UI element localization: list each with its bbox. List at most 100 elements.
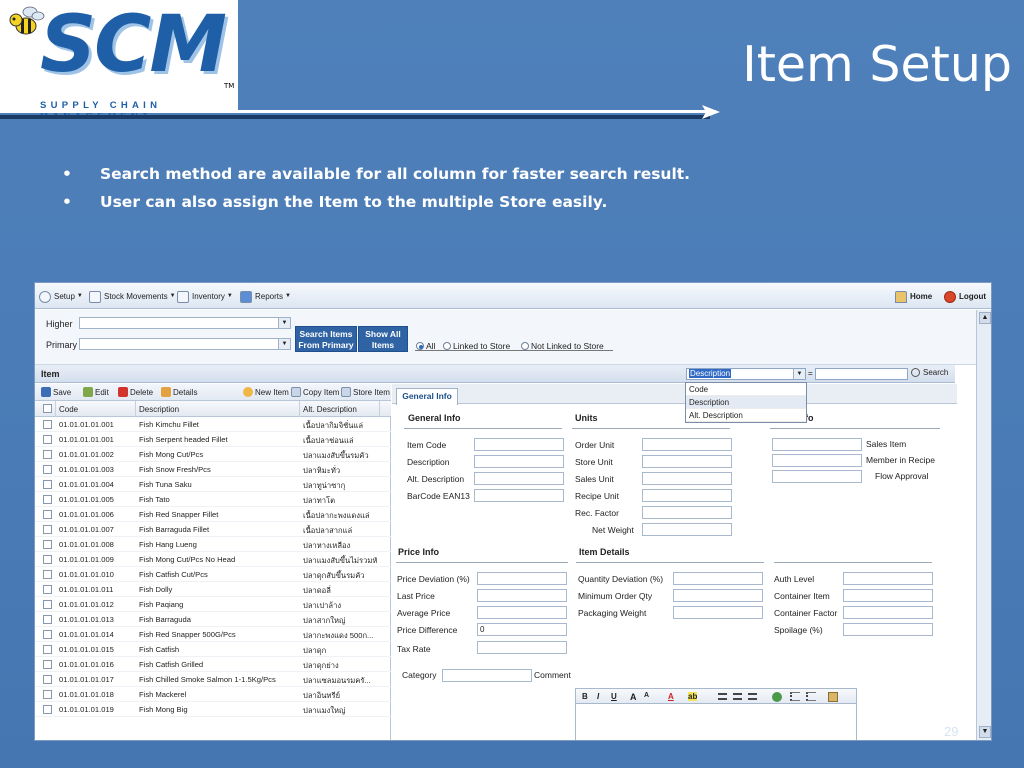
container-factor-input[interactable] — [843, 606, 933, 619]
table-row[interactable]: 01.01.01.01.017 Fish Chilled Smoke Salmon… — [35, 672, 391, 687]
sales-unit-input[interactable] — [642, 472, 732, 485]
search-input[interactable] — [815, 368, 908, 380]
new-item-button[interactable]: New Item — [243, 387, 289, 397]
item-code-input[interactable] — [474, 438, 564, 451]
row-checkbox[interactable] — [43, 705, 52, 714]
dropdown-option-alt-description[interactable]: Alt. Description — [686, 409, 806, 422]
table-row[interactable]: 01.01.01.01.005 Fish Tato ปลาทาโต — [35, 492, 391, 507]
row-checkbox[interactable] — [43, 540, 52, 549]
table-row[interactable]: 01.01.01.01.011 Fish Dolly ปลาดอลี่ — [35, 582, 391, 597]
row-checkbox[interactable] — [43, 480, 52, 489]
flow-approval-input[interactable] — [772, 470, 862, 483]
italic-button[interactable]: I — [597, 692, 599, 701]
higher-select[interactable]: ▼ — [79, 317, 291, 329]
chevron-down-icon[interactable]: ▼ — [278, 318, 290, 328]
packaging-weight-input[interactable] — [673, 606, 763, 619]
column-header-code[interactable]: Code — [59, 405, 78, 414]
column-header-description[interactable]: Description — [139, 405, 179, 414]
auth-level-input[interactable] — [843, 572, 933, 585]
quantity-deviation-input[interactable] — [673, 572, 763, 585]
primary-select[interactable]: ▼ — [79, 338, 291, 350]
last-price-input[interactable] — [477, 589, 567, 602]
link-icon[interactable] — [772, 692, 782, 702]
store-unit-input[interactable] — [642, 455, 732, 468]
unordered-list-icon[interactable] — [806, 692, 816, 701]
store-item-button[interactable]: Store Item — [341, 387, 390, 397]
table-row[interactable]: 01.01.01.01.012 Fish Paqiang ปลาเปาล้าง — [35, 597, 391, 612]
table-row[interactable]: 01.01.01.01.013 Fish Barraguda ปลาสากใหญ่ — [35, 612, 391, 627]
underline-button[interactable]: U — [611, 692, 617, 701]
row-checkbox[interactable] — [43, 555, 52, 564]
row-checkbox[interactable] — [43, 465, 52, 474]
ordered-list-icon[interactable] — [790, 692, 800, 701]
select-all-checkbox[interactable] — [43, 404, 52, 413]
member-in-recipe-input[interactable] — [772, 454, 862, 467]
row-checkbox[interactable] — [43, 690, 52, 699]
table-row[interactable]: 01.01.01.01.002 Fish Mong Cut/Pcs ปลาแมงสั… — [35, 447, 391, 462]
column-header-alt-description[interactable]: Alt. Description — [303, 405, 357, 414]
row-checkbox[interactable] — [43, 615, 52, 624]
scroll-down-icon[interactable]: ▼ — [979, 726, 991, 738]
table-row[interactable]: 01.01.01.01.001 Fish Serpent headed Fille… — [35, 432, 391, 447]
chevron-down-icon[interactable]: ▼ — [278, 339, 290, 349]
table-row[interactable]: 01.01.01.01.018 Fish Mackerel ปลาอินทรีย์ — [35, 687, 391, 702]
table-row[interactable]: 01.01.01.01.010 Fish Catfish Cut/Pcs ปลาดุ… — [35, 567, 391, 582]
spoilage-input[interactable] — [843, 623, 933, 636]
grow-font-button[interactable]: A — [630, 692, 637, 702]
source-edit-icon[interactable] — [828, 692, 838, 702]
menu-stock-movements[interactable]: Stock Movements ▼ — [89, 290, 176, 303]
rec-factor-input[interactable] — [642, 506, 732, 519]
menu-reports[interactable]: Reports ▼ — [240, 290, 291, 303]
table-row[interactable]: 01.01.01.01.004 Fish Tuna Saku ปลาทูน่าซาก… — [35, 477, 391, 492]
tab-general-info[interactable]: General Info — [396, 388, 458, 405]
tax-rate-input[interactable] — [477, 641, 567, 654]
row-checkbox[interactable] — [43, 420, 52, 429]
row-checkbox[interactable] — [43, 435, 52, 444]
row-checkbox[interactable] — [43, 450, 52, 459]
row-checkbox[interactable] — [43, 645, 52, 654]
logout-button[interactable]: Logout — [944, 290, 986, 303]
row-checkbox[interactable] — [43, 600, 52, 609]
description-input[interactable] — [474, 455, 564, 468]
net-weight-input[interactable] — [642, 523, 732, 536]
dropdown-option-code[interactable]: Code — [686, 383, 806, 396]
table-row[interactable]: 01.01.01.01.006 Fish Red Snapper Fillet เน… — [35, 507, 391, 522]
row-checkbox[interactable] — [43, 585, 52, 594]
chevron-down-icon[interactable]: ▼ — [793, 369, 805, 379]
shrink-font-button[interactable]: A — [644, 692, 649, 699]
vertical-scrollbar[interactable]: ▲ ▼ — [976, 310, 991, 740]
row-checkbox[interactable] — [43, 630, 52, 639]
highlight-button[interactable]: ab — [688, 692, 698, 701]
barcode-input[interactable] — [474, 489, 564, 502]
details-button[interactable]: Details — [161, 387, 197, 397]
edit-button[interactable]: Edit — [83, 387, 109, 397]
table-row[interactable]: 01.01.01.01.015 Fish Catfish ปลาดุก — [35, 642, 391, 657]
dropdown-option-description[interactable]: Description — [686, 396, 806, 409]
align-right-icon[interactable] — [748, 693, 757, 700]
price-difference-input[interactable]: 0 — [477, 623, 567, 636]
sales-item-input[interactable] — [772, 438, 862, 451]
search-items-from-primary-button[interactable]: Search Items From Primary — [295, 326, 357, 352]
align-left-icon[interactable] — [718, 693, 727, 700]
order-unit-input[interactable] — [642, 438, 732, 451]
search-field-select[interactable]: Description ▼ — [686, 368, 806, 380]
home-button[interactable]: Home — [895, 290, 932, 303]
search-button[interactable]: Search — [911, 368, 948, 377]
table-row[interactable]: 01.01.01.01.001 Fish Kimchu Fillet เนื้อปล… — [35, 417, 391, 432]
row-checkbox[interactable] — [43, 495, 52, 504]
table-row[interactable]: 01.01.01.01.014 Fish Red Snapper 500G/Pcs… — [35, 627, 391, 642]
minimum-order-qty-input[interactable] — [673, 589, 763, 602]
comment-editor[interactable] — [575, 704, 857, 740]
font-color-button[interactable]: A — [668, 692, 674, 701]
align-center-icon[interactable] — [733, 693, 742, 700]
table-row[interactable]: 01.01.01.01.007 Fish Barraguda Fillet เนื้… — [35, 522, 391, 537]
table-row[interactable]: 01.01.01.01.003 Fish Snow Fresh/Pcs ปลาหิม… — [35, 462, 391, 477]
copy-item-button[interactable]: Copy Item — [291, 387, 339, 397]
category-input[interactable] — [442, 669, 532, 682]
menu-inventory[interactable]: Inventory ▼ — [177, 290, 233, 303]
delete-button[interactable]: Delete — [118, 387, 153, 397]
bold-button[interactable]: B — [582, 692, 588, 701]
show-all-items-button[interactable]: Show All Items — [358, 326, 408, 352]
row-checkbox[interactable] — [43, 510, 52, 519]
scroll-up-icon[interactable]: ▲ — [979, 312, 991, 324]
